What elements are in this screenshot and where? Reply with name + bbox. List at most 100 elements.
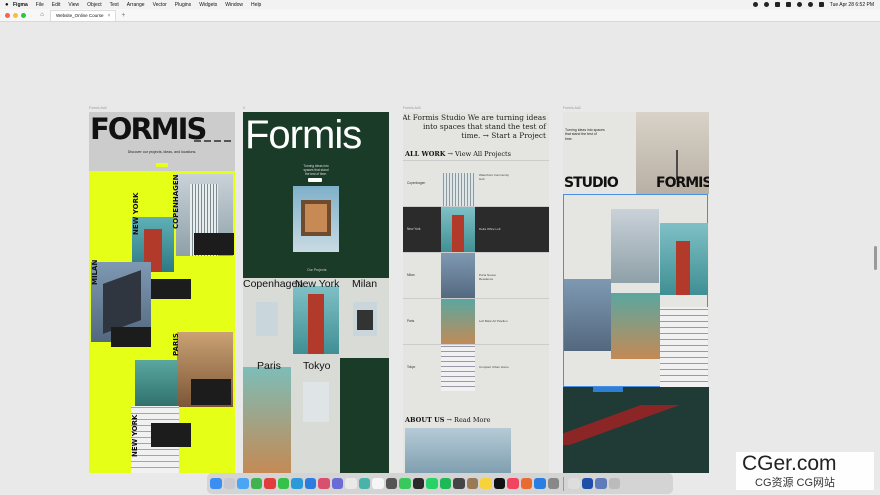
card-milan[interactable] [111,327,151,347]
menu-help[interactable]: Help [251,2,261,8]
podcasts-icon[interactable] [520,477,532,490]
card-paris[interactable] [191,379,231,405]
nav-links [194,140,231,142]
app-store-icon[interactable] [534,477,546,490]
minimize-window-button[interactable] [13,12,18,18]
screenshot-icon[interactable] [385,477,397,490]
all-work-heading[interactable]: ALL WORK → View All Projects [405,150,511,158]
whatsapp-icon[interactable] [426,477,438,490]
notes-yellow-icon[interactable] [480,477,492,490]
telegram-icon[interactable] [304,477,316,490]
project-desc: Waterfront Community Hub [479,173,509,181]
about-photo [405,428,511,473]
capcut-icon[interactable] [453,477,465,490]
notes-icon[interactable] [345,477,357,490]
chrome-icon[interactable] [264,477,276,490]
spotify-icon[interactable] [439,477,451,490]
card-new-york[interactable] [151,279,191,299]
city-label-paris: Paris [257,360,281,372]
close-window-button[interactable] [5,12,10,18]
close-tab-icon[interactable]: × [107,13,110,19]
downloads-icon[interactable] [568,477,580,490]
system-settings-icon[interactable] [547,477,559,490]
project-photo [441,207,475,253]
tab-website-online-course[interactable]: Website_Online Course × [50,9,117,21]
record-icon[interactable] [752,2,758,7]
view-all-link[interactable]: → View All Projects [448,150,511,158]
maps-icon[interactable] [358,477,370,490]
frame-formis-green[interactable]: Formis Turning ideas into spaces that st… [243,112,389,473]
screen-icon[interactable] [774,2,780,7]
menu-text[interactable]: Text [110,2,119,8]
project-row-2[interactable]: New York Delta Office Loft [403,206,549,253]
apple-menu-icon[interactable]: ● [5,2,13,8]
frame-label-3[interactable]: Formis Ad3 [403,106,421,110]
menu-arrange[interactable]: Arrange [127,2,145,8]
photos-icon[interactable] [318,477,330,490]
search-icon[interactable] [807,2,813,7]
project-row-1[interactable]: Copenhagen Waterfront Community Hub [403,160,549,207]
project-row-5[interactable]: Tokyo Compact Urban Home [403,344,549,391]
card-copenhagen[interactable] [194,233,234,255]
footer-badge[interactable] [593,387,623,392]
project-row-3[interactable]: Milan Porta Nuova Residence [403,252,549,299]
menu-window[interactable]: Window [225,2,243,8]
menu-app-name[interactable]: Figma [13,2,28,8]
photo-new-york [293,286,339,354]
mail-icon[interactable] [291,477,303,490]
apple-tv-icon[interactable] [493,477,505,490]
project-city: Tokyo [407,365,416,369]
hero-tagline-2: Turning ideas into spaces that stand the… [303,164,329,176]
music-icon[interactable] [507,477,519,490]
menu-plugins[interactable]: Plugins [175,2,191,8]
wifi-icon[interactable] [796,2,802,7]
folder-icon[interactable] [581,477,593,490]
frame-formis-studio-list[interactable]: At Formis Studio We are turning ideas in… [403,112,549,473]
frame-formis-yellow[interactable]: FORMIS Discover our projects, ideas, and… [89,112,235,473]
cta-button-2[interactable] [308,178,322,182]
terminal-icon[interactable] [412,477,424,490]
frame-label-2[interactable]: V [243,106,245,110]
dark-footer-panel [563,387,709,473]
about-us-heading[interactable]: ABOUT US → Read More [405,416,490,424]
project-desc: Compact Urban Home [479,365,509,369]
safari-icon[interactable] [237,477,249,490]
formis-logo-2: Formis [245,113,362,157]
finder-icon[interactable] [210,477,222,490]
new-tab-button[interactable]: + [121,12,125,19]
keka-icon[interactable] [466,477,478,490]
frame-formis-studio[interactable]: Turning ideas into spaces that stand the… [563,112,709,473]
project-row-4[interactable]: Paris Left Bank Art Pavilion [403,298,549,345]
menu-file[interactable]: File [36,2,44,8]
launchpad-icon[interactable] [223,477,235,490]
zoom-window-button[interactable] [21,12,26,18]
home-icon[interactable]: ⌂ [38,11,46,19]
trash-icon[interactable] [608,477,620,490]
card-new-york-2[interactable] [151,423,191,447]
recent-app-icon[interactable] [595,477,607,490]
status-area: Tue Apr 28 6:52 PM [752,2,874,8]
figma-icon[interactable] [331,477,343,490]
control-center-icon[interactable] [818,2,824,7]
project-desc: Porta Nuova Residence [479,273,496,281]
menu-view[interactable]: View [68,2,79,8]
project-photo [441,345,475,391]
figma-status-icon[interactable] [763,2,769,7]
menu-edit[interactable]: Edit [52,2,61,8]
menu-vector[interactable]: Vector [153,2,167,8]
calendar-icon[interactable] [372,477,384,490]
messages-icon[interactable] [250,477,262,490]
facetime-icon[interactable] [277,477,289,490]
frame-label-4[interactable]: Formis Ad2 [563,106,581,110]
project-city: New York [407,227,421,231]
numbers-icon[interactable] [399,477,411,490]
menu-object[interactable]: Object [87,2,101,8]
frame-label-1[interactable]: Formis Ad4 [89,106,107,110]
menu-widgets[interactable]: Widgets [199,2,217,8]
cta-button[interactable] [156,163,168,167]
canvas-scrollbar[interactable] [874,246,877,270]
clock[interactable]: Tue Apr 28 6:52 PM [830,2,874,8]
read-more-link[interactable]: → Read More [447,416,491,424]
keyboard-icon[interactable] [785,2,791,7]
selected-gallery[interactable] [563,194,708,387]
